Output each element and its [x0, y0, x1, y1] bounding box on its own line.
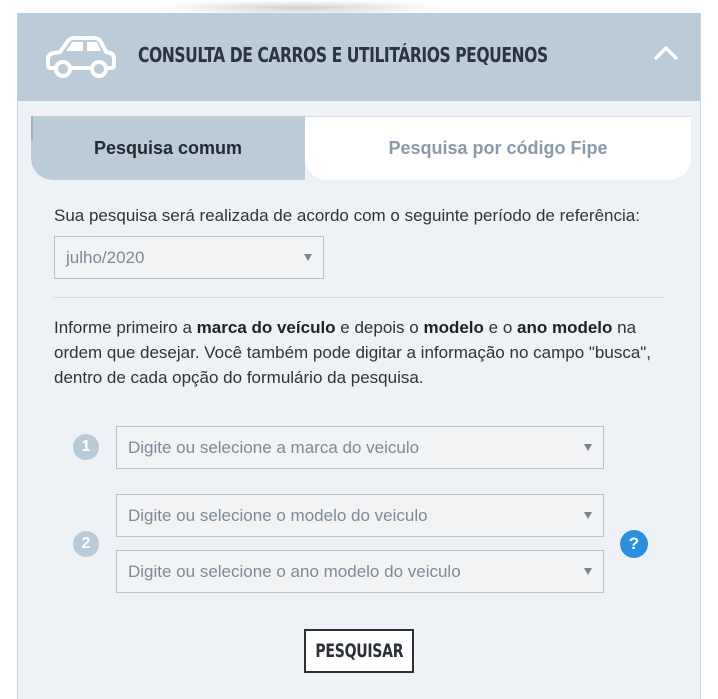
instructions-part: e depois o — [335, 318, 424, 337]
divider — [54, 297, 665, 298]
instructions-text: Informe primeiro a marca do veículo e de… — [54, 315, 670, 390]
period-label: Sua pesquisa será realizada de acordo co… — [54, 206, 640, 225]
year-select[interactable]: Digite ou selecione o ano modelo do veic… — [116, 550, 604, 593]
tab-pesquisa-comum[interactable]: Pesquisa comum — [31, 116, 305, 180]
dropdown-arrow-icon — [304, 253, 312, 261]
tab-pesquisa-codigo-fipe[interactable]: Pesquisa por código Fipe — [305, 116, 691, 180]
instructions-bold: modelo — [423, 318, 484, 337]
step-2-badge: 2 — [73, 531, 99, 557]
step-1-badge: 1 — [73, 434, 99, 460]
search-tabs: Pesquisa comum Pesquisa por código Fipe — [31, 116, 691, 180]
instructions-bold: marca do veículo — [196, 318, 336, 337]
car-icon — [46, 36, 116, 78]
search-button-label: PESQUISAR — [315, 640, 403, 662]
help-icon[interactable]: ? — [620, 530, 648, 558]
period-select-value: julho/2020 — [66, 247, 145, 267]
model-select-placeholder: Digite ou selecione o modelo do veiculo — [128, 505, 428, 525]
chevron-up-icon[interactable] — [654, 45, 678, 61]
period-select[interactable]: julho/2020 — [54, 236, 324, 279]
dropdown-arrow-icon — [584, 567, 592, 575]
brand-select-placeholder: Digite ou selecione a marca do veiculo — [128, 437, 420, 457]
brand-select[interactable]: Digite ou selecione a marca do veiculo — [116, 426, 604, 469]
search-panel: CONSULTA DE CARROS E UTILITÁRIOS PEQUENO… — [17, 13, 701, 699]
panel-title: CONSULTA DE CARROS E UTILITÁRIOS PEQUENO… — [138, 43, 548, 67]
search-button[interactable]: PESQUISAR — [304, 629, 414, 673]
dropdown-arrow-icon — [584, 443, 592, 451]
instructions-bold: ano modelo — [517, 318, 613, 337]
year-select-placeholder: Digite ou selecione o ano modelo do veic… — [128, 561, 461, 581]
dropdown-arrow-icon — [584, 511, 592, 519]
panel-header[interactable]: CONSULTA DE CARROS E UTILITÁRIOS PEQUENO… — [18, 13, 700, 101]
instructions-part: e o — [483, 318, 518, 337]
instructions-part: Informe primeiro a — [54, 318, 197, 337]
model-select[interactable]: Digite ou selecione o modelo do veiculo — [116, 494, 604, 537]
